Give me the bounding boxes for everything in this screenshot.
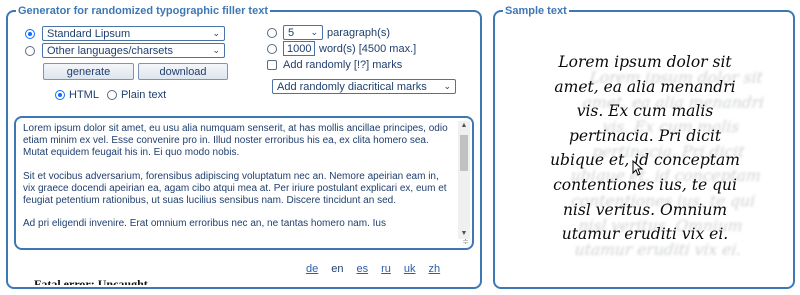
radio-other-languages[interactable] <box>25 45 35 56</box>
paragraph-count-select[interactable]: 5 ⌄ <box>283 25 323 40</box>
scroll-up-icon[interactable]: ▲ <box>458 121 470 131</box>
lang-link-ru[interactable]: ru <box>381 263 391 275</box>
language-links: de en es ru uk zh <box>306 263 453 275</box>
chevron-down-icon: ⌄ <box>310 27 318 38</box>
sample-line: vis. Ex cum malis <box>576 102 714 121</box>
random-marks-label: Add randomly [!?] marks <box>283 59 403 71</box>
lang-link-uk[interactable]: uk <box>404 263 416 275</box>
lang-link-es[interactable]: es <box>357 263 369 275</box>
output-paragraph: Sit et vocibus adversarium, forensibus a… <box>23 170 447 206</box>
sample-line: ubique et, id conceptam <box>550 151 740 170</box>
radio-standard-lipsum[interactable] <box>25 28 35 39</box>
sample-line: utamur eruditi vix ei. <box>561 225 729 244</box>
generator-title: Generator for randomized typographic fil… <box>16 4 270 18</box>
radio-plain-text[interactable] <box>106 90 117 100</box>
source-select-other[interactable]: Other languages/charsets ⌄ <box>42 43 225 58</box>
html-label: HTML <box>69 89 99 101</box>
select-value: Standard Lipsum <box>47 27 131 40</box>
sample-text-area: Lorem ipsum dolor sit amet, ea alia menan… <box>500 18 790 284</box>
scrollbar-thumb[interactable] <box>460 135 468 171</box>
clipped-error-text: Fatal error: Uncaught <box>34 277 148 285</box>
output-textarea[interactable]: Lorem ipsum dolor sit amet, eu usu alia … <box>14 116 474 250</box>
plain-text-label: Plain text <box>120 89 167 101</box>
word-count-input[interactable]: 1000 <box>283 41 315 56</box>
textarea-scrollbar[interactable]: ▲ ▼ <box>458 121 470 239</box>
radio-paragraphs[interactable] <box>267 27 277 38</box>
output-paragraph: Ad pri eligendi invenire. Erat omnium er… <box>23 218 386 230</box>
sample-title: Sample text <box>503 4 569 18</box>
resize-grip-icon[interactable]: ≑ <box>462 237 469 246</box>
output-text: Lorem ipsum dolor sit amet, eu usu alia … <box>23 123 451 242</box>
lang-link-zh[interactable]: zh <box>429 263 441 275</box>
sample-line: contentiones ius, te qui <box>553 175 737 194</box>
chevron-down-icon: ⌄ <box>212 45 220 56</box>
select-value: 5 <box>288 26 295 39</box>
download-button[interactable]: download <box>138 63 228 80</box>
sample-line: amet, ea alia menandri <box>554 77 736 96</box>
select-value: Other languages/charsets <box>47 44 173 57</box>
radio-words[interactable] <box>267 43 277 54</box>
sample-text: Lorem ipsum dolor sit amet, ea alia mena… <box>500 50 790 247</box>
random-marks-checkbox[interactable] <box>267 60 277 70</box>
chevron-down-icon: ⌄ <box>443 81 451 92</box>
sample-line: Lorem ipsum dolor sit <box>558 53 732 71</box>
paragraphs-label: paragraph(s) <box>327 26 390 39</box>
sample-line: nisl veritus. Omnium <box>562 200 728 219</box>
chevron-down-icon: ⌄ <box>212 28 220 39</box>
source-select-standard[interactable]: Standard Lipsum ⌄ <box>42 26 225 41</box>
sample-line: pertinacia. Pri dicit <box>568 126 722 145</box>
lang-link-de[interactable]: de <box>306 263 318 275</box>
radio-html[interactable] <box>55 90 65 100</box>
generate-button[interactable]: generate <box>43 63 134 80</box>
words-label: word(s) [4500 max.] <box>319 42 417 55</box>
output-paragraph: Lorem ipsum dolor sit amet, eu usu alia … <box>23 123 448 158</box>
select-value: Add randomly diacritical marks <box>277 80 427 93</box>
mouse-cursor-icon <box>632 160 644 176</box>
lang-current-en: en <box>331 263 344 275</box>
diacritics-select[interactable]: Add randomly diacritical marks ⌄ <box>272 79 456 94</box>
